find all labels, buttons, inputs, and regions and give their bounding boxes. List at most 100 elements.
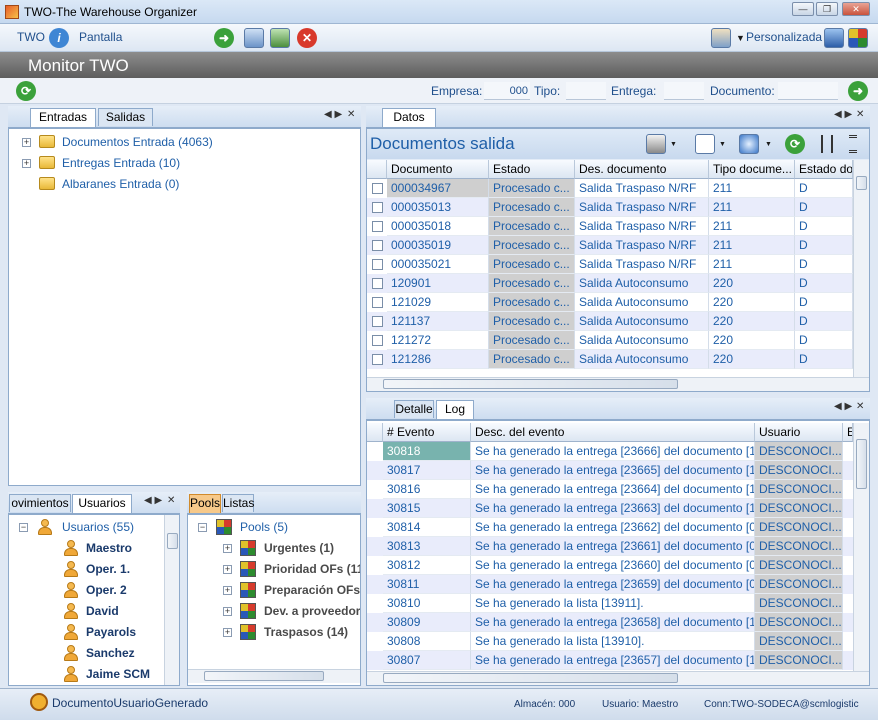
- tab-scroll-arrows-icon[interactable]: ◀ ▶: [834, 109, 852, 120]
- expand-icon[interactable]: +: [223, 607, 232, 616]
- table-cell[interactable]: DESCONOCI...: [755, 480, 843, 499]
- expand-icon[interactable]: +: [223, 544, 232, 553]
- table-cell[interactable]: 220: [709, 312, 795, 331]
- table-cell[interactable]: 30816: [383, 480, 471, 499]
- log-hscroll[interactable]: [367, 671, 869, 685]
- table-cell[interactable]: DESCONOCI...: [755, 556, 843, 575]
- table-cell[interactable]: Salida Autoconsumo: [575, 274, 709, 293]
- table-cell[interactable]: Se ha generado la entrega [23662] del do…: [471, 518, 755, 537]
- table-cell[interactable]: D: [795, 179, 853, 198]
- table-cell[interactable]: D: [795, 312, 853, 331]
- row-checkbox[interactable]: [372, 202, 383, 213]
- table-cell[interactable]: 30809: [383, 613, 471, 632]
- table-cell[interactable]: Se ha generado la entrega [23658] del do…: [471, 613, 755, 632]
- pool-item[interactable]: Urgentes (1): [264, 541, 334, 555]
- expand-icon[interactable]: +: [223, 628, 232, 637]
- row-checkbox[interactable]: [372, 221, 383, 232]
- maximize-button[interactable]: ❐: [816, 2, 838, 16]
- column-header[interactable]: Usuario: [755, 423, 843, 442]
- pool-item[interactable]: Preparación OFs: [264, 583, 360, 597]
- user-item[interactable]: Oper. 2: [86, 583, 127, 597]
- tab-pools[interactable]: Pools: [189, 494, 221, 513]
- log-vscroll[interactable]: [853, 423, 869, 671]
- table-cell[interactable]: D: [795, 217, 853, 236]
- new-dropdown-icon[interactable]: ▼: [719, 141, 726, 148]
- table-cell[interactable]: Salida Autoconsumo: [575, 312, 709, 331]
- table-cell[interactable]: DESCONOCI...: [755, 442, 843, 461]
- row-checkbox[interactable]: [372, 297, 383, 308]
- table-cell[interactable]: 30813: [383, 537, 471, 556]
- table-cell[interactable]: 30814: [383, 518, 471, 537]
- table-cell[interactable]: Salida Traspaso N/RF: [575, 236, 709, 255]
- column-header[interactable]: Des. documento: [575, 160, 709, 179]
- table-cell[interactable]: 30811: [383, 575, 471, 594]
- personalizada-link[interactable]: Personalizada: [746, 30, 822, 44]
- table-cell[interactable]: Se ha generado la lista [13911].: [471, 594, 755, 613]
- table-cell[interactable]: Procesado c...: [489, 293, 575, 312]
- layout-dropdown-icon[interactable]: ▼: [736, 33, 745, 43]
- tab-usuarios[interactable]: Usuarios: [72, 494, 132, 513]
- search-icon[interactable]: [739, 134, 759, 154]
- tab-detalle[interactable]: Detalle: [394, 400, 434, 418]
- row-checkbox[interactable]: [372, 335, 383, 346]
- users-root[interactable]: Usuarios (55): [62, 520, 134, 534]
- row-checkbox[interactable]: [372, 183, 383, 194]
- row-checkbox[interactable]: [372, 278, 383, 289]
- table-cell[interactable]: Procesado c...: [489, 274, 575, 293]
- pools-hscroll[interactable]: [188, 669, 360, 683]
- table-cell[interactable]: 000035021: [387, 255, 489, 274]
- table-cell[interactable]: 000035018: [387, 217, 489, 236]
- search-dropdown-icon[interactable]: ▼: [765, 141, 772, 148]
- tree-item-albaranes-entrada[interactable]: Albaranes Entrada (0): [62, 177, 179, 191]
- user-item[interactable]: Payarols: [86, 625, 136, 639]
- expand-icon[interactable]: +: [22, 138, 31, 147]
- layout-icon[interactable]: [711, 28, 731, 48]
- tab-entradas[interactable]: Entradas: [30, 108, 96, 127]
- table-cell[interactable]: 121286: [387, 350, 489, 369]
- table-cell[interactable]: Salida Traspaso N/RF: [575, 217, 709, 236]
- tree-item-entregas-entrada[interactable]: Entregas Entrada (10): [62, 156, 180, 170]
- pool-item[interactable]: Dev. a proveedor: [264, 604, 360, 618]
- grid-layout-icon[interactable]: [848, 28, 868, 48]
- table-cell[interactable]: Salida Traspaso N/RF: [575, 255, 709, 274]
- table-cell[interactable]: 30807: [383, 651, 471, 670]
- table-cell[interactable]: Procesado c...: [489, 331, 575, 350]
- column-header[interactable]: E: [843, 423, 853, 442]
- table-cell[interactable]: 211: [709, 255, 795, 274]
- table-cell[interactable]: 121137: [387, 312, 489, 331]
- refresh-icon[interactable]: ⟳: [16, 81, 36, 101]
- table-cell[interactable]: Procesado c...: [489, 312, 575, 331]
- table-cell[interactable]: 211: [709, 236, 795, 255]
- table-cell[interactable]: D: [795, 236, 853, 255]
- table-cell[interactable]: D: [795, 274, 853, 293]
- print-dropdown-icon[interactable]: ▼: [670, 141, 677, 148]
- table-cell[interactable]: DESCONOCI...: [755, 575, 843, 594]
- table-cell[interactable]: Salida Autoconsumo: [575, 331, 709, 350]
- pools-root[interactable]: Pools (5): [240, 520, 288, 534]
- table-cell[interactable]: Procesado c...: [489, 217, 575, 236]
- row-checkbox[interactable]: [372, 316, 383, 327]
- print-icon[interactable]: [646, 134, 666, 154]
- close-window-button[interactable]: ✕: [842, 2, 870, 16]
- table-cell[interactable]: Se ha generado la entrega [23663] del do…: [471, 499, 755, 518]
- minimize-button[interactable]: —: [792, 2, 814, 16]
- column-header[interactable]: Tipo docume...: [709, 160, 795, 179]
- tab-salidas[interactable]: Salidas: [98, 108, 153, 126]
- table-cell[interactable]: Procesado c...: [489, 236, 575, 255]
- table-cell[interactable]: Salida Traspaso N/RF: [575, 179, 709, 198]
- table-cell[interactable]: Procesado c...: [489, 255, 575, 274]
- user-item[interactable]: Maestro: [86, 541, 132, 555]
- pool-item[interactable]: Traspasos (14): [264, 625, 348, 639]
- info-icon[interactable]: i: [49, 28, 69, 48]
- column-header[interactable]: Estado do: [795, 160, 853, 179]
- table-cell[interactable]: Procesado c...: [489, 350, 575, 369]
- table-cell[interactable]: 121029: [387, 293, 489, 312]
- table-cell[interactable]: DESCONOCI...: [755, 632, 843, 651]
- table-cell[interactable]: 30812: [383, 556, 471, 575]
- table-cell[interactable]: DESCONOCI...: [755, 594, 843, 613]
- table-cell[interactable]: Salida Autoconsumo: [575, 293, 709, 312]
- tree-item-documentos-entrada[interactable]: Documentos Entrada (4063): [62, 135, 213, 149]
- users-vscroll[interactable]: [164, 515, 179, 685]
- table-cell[interactable]: Se ha generado la entrega [23657] del do…: [471, 651, 755, 670]
- table-cell[interactable]: 220: [709, 274, 795, 293]
